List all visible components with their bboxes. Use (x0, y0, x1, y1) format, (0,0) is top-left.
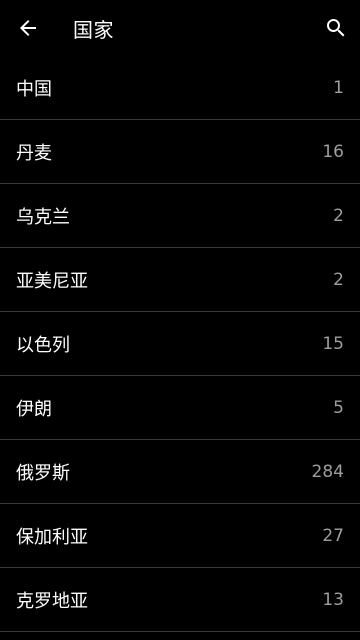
arrow-back-icon (20, 20, 36, 36)
country-count: 2 (333, 205, 344, 226)
country-name: 亚美尼亚 (16, 270, 88, 292)
list-item-country[interactable]: 俄罗斯 284 (0, 440, 360, 504)
country-count: 27 (322, 525, 344, 546)
country-name: 克罗地亚 (16, 590, 88, 612)
page-title: 国家 (73, 17, 114, 42)
back-button[interactable] (0, 0, 56, 56)
country-count: 1 (333, 77, 344, 98)
app-screen: 国家 中国 1 丹麦 16 乌克兰 2 亚美尼亚 2 以色列 15 伊朗 5 俄… (0, 0, 360, 640)
country-name: 中国 (16, 78, 52, 100)
list-item-country[interactable]: 亚美尼亚 2 (0, 248, 360, 312)
country-name: 丹麦 (16, 142, 52, 164)
country-list: 中国 1 丹麦 16 乌克兰 2 亚美尼亚 2 以色列 15 伊朗 5 俄罗斯 … (0, 56, 360, 632)
list-item-country[interactable]: 以色列 15 (0, 312, 360, 376)
country-name: 俄罗斯 (16, 462, 70, 484)
country-count: 15 (322, 333, 344, 354)
list-item-country[interactable]: 中国 1 (0, 56, 360, 120)
list-item-country[interactable]: 保加利亚 27 (0, 504, 360, 568)
country-count: 5 (333, 397, 344, 418)
country-count: 16 (322, 141, 344, 162)
list-item-country[interactable]: 丹麦 16 (0, 120, 360, 184)
country-count: 284 (311, 461, 344, 482)
country-name: 乌克兰 (16, 206, 70, 228)
list-item-country[interactable]: 克罗地亚 13 (0, 568, 360, 632)
country-name: 以色列 (16, 334, 70, 356)
app-bar: 国家 (0, 0, 360, 56)
country-name: 保加利亚 (16, 526, 88, 548)
search-button[interactable] (312, 0, 360, 56)
country-count: 2 (333, 269, 344, 290)
country-name: 伊朗 (16, 398, 52, 420)
country-count: 13 (322, 589, 344, 610)
list-item-country[interactable]: 伊朗 5 (0, 376, 360, 440)
list-item-country[interactable]: 乌克兰 2 (0, 184, 360, 248)
search-icon (327, 19, 345, 37)
